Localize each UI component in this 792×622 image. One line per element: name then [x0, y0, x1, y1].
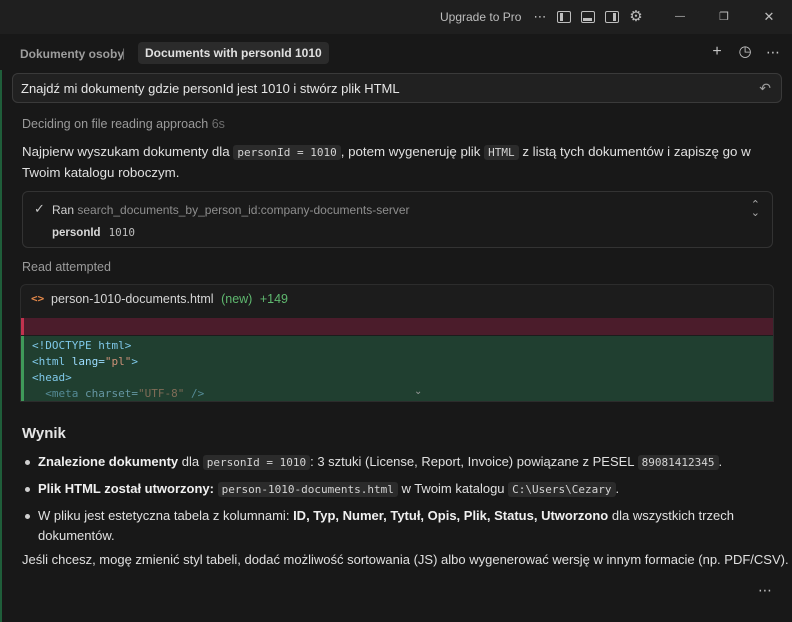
list-item: Znalezione dokumenty dla personId = 1010… — [22, 452, 782, 473]
tab-separator: | — [122, 46, 126, 60]
toggle-right-panel-icon[interactable] — [605, 11, 619, 23]
left-accent-bar — [0, 34, 2, 622]
text: w Twoim katalogu — [401, 481, 505, 496]
text: : 3 sztuki (License, Report, Invoice) po… — [310, 454, 635, 469]
result-heading: Wynik — [22, 425, 66, 442]
toggle-left-panel-icon[interactable] — [557, 11, 571, 23]
inline-code: HTML — [484, 145, 519, 160]
file-name-line: person-1010-documents.html (new) +149 — [51, 292, 288, 306]
code-line: <!DOCTYPE html> — [32, 339, 132, 352]
param-value: 1010 — [108, 226, 136, 239]
code-token: <meta — [32, 387, 85, 400]
tool-call-card[interactable]: ✓ Ran search_documents_by_person_id:comp… — [22, 191, 773, 248]
code-line: <meta charset="UTF-8" /> — [32, 387, 204, 400]
text: . — [615, 481, 620, 496]
upgrade-to-pro-button[interactable]: Upgrade to Pro — [440, 10, 521, 24]
minimize-window-icon[interactable]: — — [672, 9, 688, 25]
expand-diff-chevron-icon[interactable]: ⌄ — [414, 386, 422, 397]
file-name: person-1010-documents.html — [51, 292, 214, 306]
history-clock-icon[interactable]: ◷ — [737, 44, 753, 60]
tab-documents-with-personid[interactable]: Documents with personId 1010 — [138, 42, 329, 64]
result-list: Znalezione dokumenty dla personId = 1010… — [22, 452, 782, 552]
inline-code: 89081412345 — [637, 455, 719, 470]
code-token: > — [131, 355, 138, 368]
file-diff-header[interactable]: <> person-1010-documents.html (new) +149 — [21, 285, 773, 315]
code-token: charset= — [84, 387, 138, 400]
tab-dokumenty-osoby[interactable]: Dokumenty osoby — [20, 47, 124, 61]
message-more-icon[interactable]: ⋯ — [758, 582, 772, 599]
status-label: Deciding on file reading approach — [22, 117, 209, 131]
status-time: 6s — [211, 117, 225, 131]
inline-code: C:\Users\Cezary — [508, 482, 616, 497]
user-prompt-text: Znajdź mi dokumenty gdzie personId jest … — [21, 81, 400, 96]
read-attempted-label: Read attempted — [22, 260, 111, 274]
chat-header: Dokumenty osoby | Documents with personI… — [0, 34, 792, 70]
code-file-icon: <> — [31, 292, 45, 305]
diff-added-block: <!DOCTYPE html> <html lang="pl"> <head> … — [21, 336, 773, 401]
list-item: Plik HTML został utworzony: person-1010-… — [22, 479, 782, 500]
inline-code: personId = 1010 — [233, 145, 341, 160]
user-prompt-box[interactable]: Znajdź mi dokumenty gdzie personId jest … — [12, 73, 782, 103]
file-diff-card[interactable]: <> person-1010-documents.html (new) +149… — [20, 284, 774, 402]
param-name: personId — [52, 227, 101, 239]
tool-name: search_documents_by_person_id:company-do… — [77, 203, 410, 217]
code-line: <head> — [32, 371, 72, 384]
close-window-icon[interactable]: ✕ — [761, 9, 777, 25]
more-icon[interactable]: ⋯ — [532, 9, 548, 25]
closing-paragraph: Jeśli chcesz, mogę zmienić styl tabeli, … — [22, 552, 789, 567]
toggle-bottom-panel-icon[interactable] — [581, 11, 595, 23]
text: W pliku jest estetyczna tabela z kolumna… — [38, 508, 290, 523]
settings-gear-icon[interactable]: ⚙ — [628, 9, 644, 25]
expand-collapse-icon[interactable]: ⌃ ⌄ — [751, 200, 760, 219]
title-bar: Upgrade to Pro ⋯ ⚙ — ❐ ✕ — [0, 0, 792, 34]
tool-call-title: Ran search_documents_by_person_id:compan… — [52, 203, 410, 217]
bold-text: Znalezione dokumenty — [38, 454, 179, 469]
assistant-intro-paragraph: Najpierw wyszukam dokumenty dla personId… — [22, 142, 782, 183]
bold-text: ID, Typ, Numer, Tytuł, Opis, Plik, Statu… — [293, 508, 609, 523]
intro-text-1: Najpierw wyszukam dokumenty dla — [22, 144, 230, 159]
new-chat-plus-icon[interactable]: + — [709, 44, 725, 60]
code-token: /> — [184, 387, 205, 400]
file-status-badge: (new) — [221, 292, 253, 306]
restore-window-icon[interactable]: ❐ — [716, 9, 732, 25]
list-item: W pliku jest estetyczna tabela z kolumna… — [22, 506, 782, 546]
checkmark-icon: ✓ — [34, 201, 45, 216]
file-additions-count: +149 — [259, 292, 288, 306]
code-token: lang= — [71, 355, 105, 368]
more-options-icon[interactable]: ⋯ — [765, 44, 781, 60]
bold-text: Plik HTML został utworzony: — [38, 481, 214, 496]
ran-label: Ran — [52, 203, 75, 217]
inline-code: personId = 1010 — [202, 455, 311, 470]
code-line: <html lang="pl"> — [32, 355, 138, 368]
text: . — [718, 454, 723, 469]
code-token: "UTF-8" — [137, 387, 185, 400]
intro-text-2: , potem wygeneruję plik — [340, 144, 481, 159]
inline-code: person-1010-documents.html — [217, 482, 398, 497]
code-token: <html — [32, 355, 72, 368]
diff-removed-line — [21, 318, 773, 335]
code-token: "pl" — [104, 355, 132, 368]
undo-arrow-icon[interactable]: ↶ — [759, 80, 771, 97]
tool-param: personId 1010 — [52, 226, 135, 239]
thinking-status[interactable]: Deciding on file reading approach 6s — [22, 117, 225, 131]
text: dla — [181, 454, 200, 469]
